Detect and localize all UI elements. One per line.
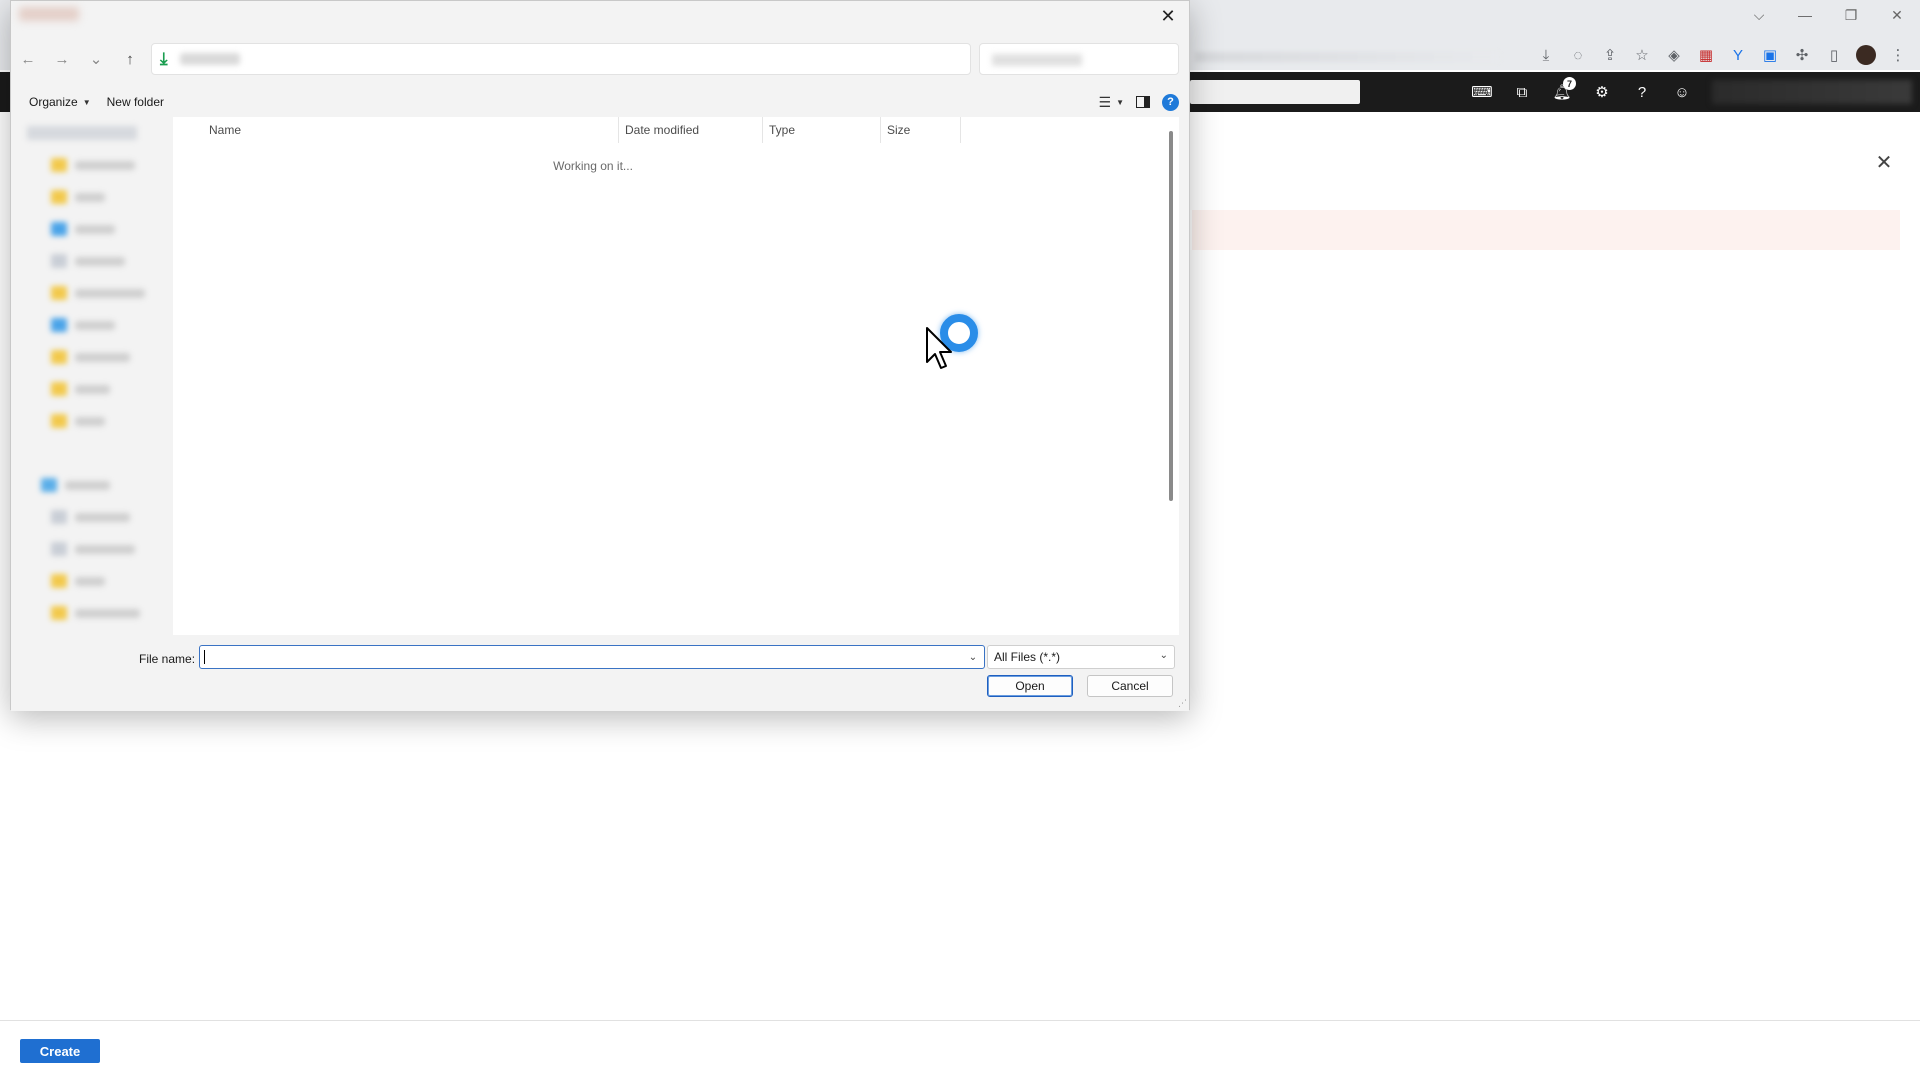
caret-down-icon: ▼ bbox=[82, 97, 91, 107]
nav-pane-item[interactable] bbox=[51, 379, 110, 399]
nav-pane-item[interactable] bbox=[51, 315, 115, 335]
nav-pane-item[interactable] bbox=[51, 571, 105, 591]
dialog-title-blurred bbox=[19, 7, 79, 21]
chevron-down-icon: ⌄ bbox=[1159, 650, 1168, 661]
help-icon[interactable]: ? bbox=[1162, 93, 1179, 111]
file-open-dialog: ✕ ← → ⌄ ↑ ⤓ Organize ▼ New folder ☰▼ ? bbox=[10, 0, 1190, 711]
dialog-address-bar[interactable]: ⤓ bbox=[151, 43, 971, 75]
settings-icon[interactable]: ⚙ bbox=[1582, 72, 1622, 112]
notifications-icon[interactable]: 🔔︎ 7 bbox=[1542, 72, 1582, 112]
up-arrow-icon[interactable]: ↑ bbox=[113, 42, 147, 76]
mouse-pointer-icon bbox=[926, 327, 952, 369]
profile-avatar[interactable] bbox=[1850, 40, 1882, 70]
view-controls: ☰ ▼ ? bbox=[1099, 87, 1179, 117]
calendar-extension-icon[interactable]: ▦ bbox=[1690, 40, 1722, 70]
dialog-navigation-pane bbox=[11, 117, 171, 635]
dialog-navigation: ← → ⌄ ↑ ⤓ bbox=[11, 41, 1189, 77]
dialog-title-bar: ✕ bbox=[11, 1, 1189, 31]
preview-pane-icon[interactable] bbox=[1136, 96, 1150, 108]
menu-icon[interactable]: ⋮ bbox=[1882, 40, 1914, 70]
nav-pane-item[interactable] bbox=[51, 411, 105, 431]
dialog-search-input[interactable] bbox=[979, 43, 1179, 75]
view-options-icon[interactable]: ☰ ▼ bbox=[1099, 94, 1124, 111]
column-header-date-modified[interactable]: Date modified bbox=[619, 117, 763, 143]
share-icon[interactable]: ⇪ bbox=[1594, 40, 1626, 70]
minimize-button[interactable]: — bbox=[1782, 0, 1828, 30]
organize-menu[interactable]: Organize ▼ bbox=[21, 89, 99, 115]
open-button[interactable]: Open bbox=[987, 675, 1073, 697]
nav-pane-item[interactable] bbox=[51, 219, 115, 239]
nav-pane-item[interactable] bbox=[51, 507, 130, 527]
create-button[interactable]: Create bbox=[20, 1039, 100, 1063]
nav-pane-item[interactable] bbox=[51, 251, 125, 271]
file-name-dropdown-icon[interactable]: ⌄ bbox=[963, 647, 983, 667]
file-name-label: File name: bbox=[139, 652, 196, 666]
column-headers: Name Date modified Type Size bbox=[173, 117, 1179, 143]
recent-locations-icon[interactable]: ⌄ bbox=[79, 42, 113, 76]
column-header-type[interactable]: Type bbox=[763, 117, 881, 143]
loading-status-text: Working on it... bbox=[553, 159, 633, 173]
portal-account-blurred[interactable] bbox=[1712, 80, 1912, 104]
nav-pane-item[interactable] bbox=[27, 123, 137, 143]
file-type-filter-value: All Files (*.*) bbox=[994, 650, 1061, 664]
close-window-button[interactable]: ✕ bbox=[1874, 0, 1920, 30]
puzzle-icon[interactable]: ✣ bbox=[1786, 40, 1818, 70]
v-extension-icon[interactable]: Y bbox=[1722, 40, 1754, 70]
tab-search-icon[interactable]: ⌵ bbox=[1736, 0, 1782, 30]
directory-filter-icon[interactable]: ⧉ bbox=[1502, 72, 1542, 112]
restore-button[interactable]: ❐ bbox=[1828, 0, 1874, 30]
caret-down-icon: ▼ bbox=[1116, 97, 1124, 107]
portal-search-input[interactable] bbox=[1190, 80, 1360, 104]
downloads-folder-icon: ⤓ bbox=[160, 49, 168, 68]
nav-pane-item[interactable] bbox=[51, 187, 105, 207]
dialog-command-bar: Organize ▼ New folder ☰ ▼ ? bbox=[11, 87, 1189, 117]
eye-off-icon[interactable]: ◌ bbox=[1562, 40, 1594, 70]
back-arrow-icon[interactable]: ← bbox=[11, 42, 45, 76]
forward-arrow-icon[interactable]: → bbox=[45, 42, 79, 76]
feedback-icon[interactable]: ☺ bbox=[1662, 72, 1702, 112]
nav-pane-item[interactable] bbox=[51, 155, 135, 175]
column-header-name[interactable]: Name bbox=[203, 117, 619, 143]
cloud-shell-icon[interactable]: ⌨ bbox=[1462, 72, 1502, 112]
organize-label: Organize bbox=[29, 95, 78, 109]
help-icon[interactable]: ? bbox=[1622, 72, 1662, 112]
star-icon[interactable]: ☆ bbox=[1626, 40, 1658, 70]
nav-pane-item[interactable] bbox=[51, 603, 140, 623]
dialog-close-button[interactable]: ✕ bbox=[1153, 3, 1183, 29]
file-type-filter-select[interactable]: All Files (*.*) ⌄ bbox=[987, 645, 1175, 669]
nav-pane-item[interactable] bbox=[51, 283, 145, 303]
browser-toolbar: ⤓ ◌ ⇪ ☆ ◈ ▦ Y ▣ ✣ ▯ ⋮ bbox=[1190, 40, 1920, 70]
address-path-blurred bbox=[179, 53, 240, 65]
portal-icons: ⌨ ⧉ 🔔︎ 7 ⚙ ? ☺ bbox=[1462, 72, 1702, 112]
vertical-scrollbar[interactable] bbox=[1169, 131, 1173, 501]
new-folder-button[interactable]: New folder bbox=[99, 89, 172, 115]
notice-strip bbox=[1192, 210, 1900, 250]
cancel-button[interactable]: Cancel bbox=[1087, 675, 1173, 697]
shield-extension-icon[interactable]: ▣ bbox=[1754, 40, 1786, 70]
footer-bar bbox=[0, 1020, 1920, 1080]
notification-badge: 7 bbox=[1563, 77, 1576, 90]
nav-pane-item[interactable] bbox=[51, 539, 135, 559]
file-name-input[interactable] bbox=[199, 645, 985, 669]
dialog-bottom-panel: File name: ⌄ All Files (*.*) ⌄ Open Canc… bbox=[11, 635, 1189, 711]
window-controls: ⌵ — ❐ ✕ bbox=[1736, 0, 1920, 30]
column-header-size[interactable]: Size bbox=[881, 117, 961, 143]
search-placeholder-blurred bbox=[992, 54, 1082, 66]
file-list-pane: Name Date modified Type Size Working on … bbox=[173, 117, 1179, 635]
blade-close-button[interactable]: ✕ bbox=[1872, 150, 1896, 174]
nav-pane-item[interactable] bbox=[41, 475, 110, 495]
nav-pane-item[interactable] bbox=[51, 347, 130, 367]
resize-grip-icon[interactable]: ⋰ bbox=[1178, 698, 1187, 709]
download-icon[interactable]: ⤓ bbox=[1530, 40, 1562, 70]
text-caret bbox=[204, 650, 205, 664]
extension-icon[interactable]: ◈ bbox=[1658, 40, 1690, 70]
sidepanel-icon[interactable]: ▯ bbox=[1818, 40, 1850, 70]
